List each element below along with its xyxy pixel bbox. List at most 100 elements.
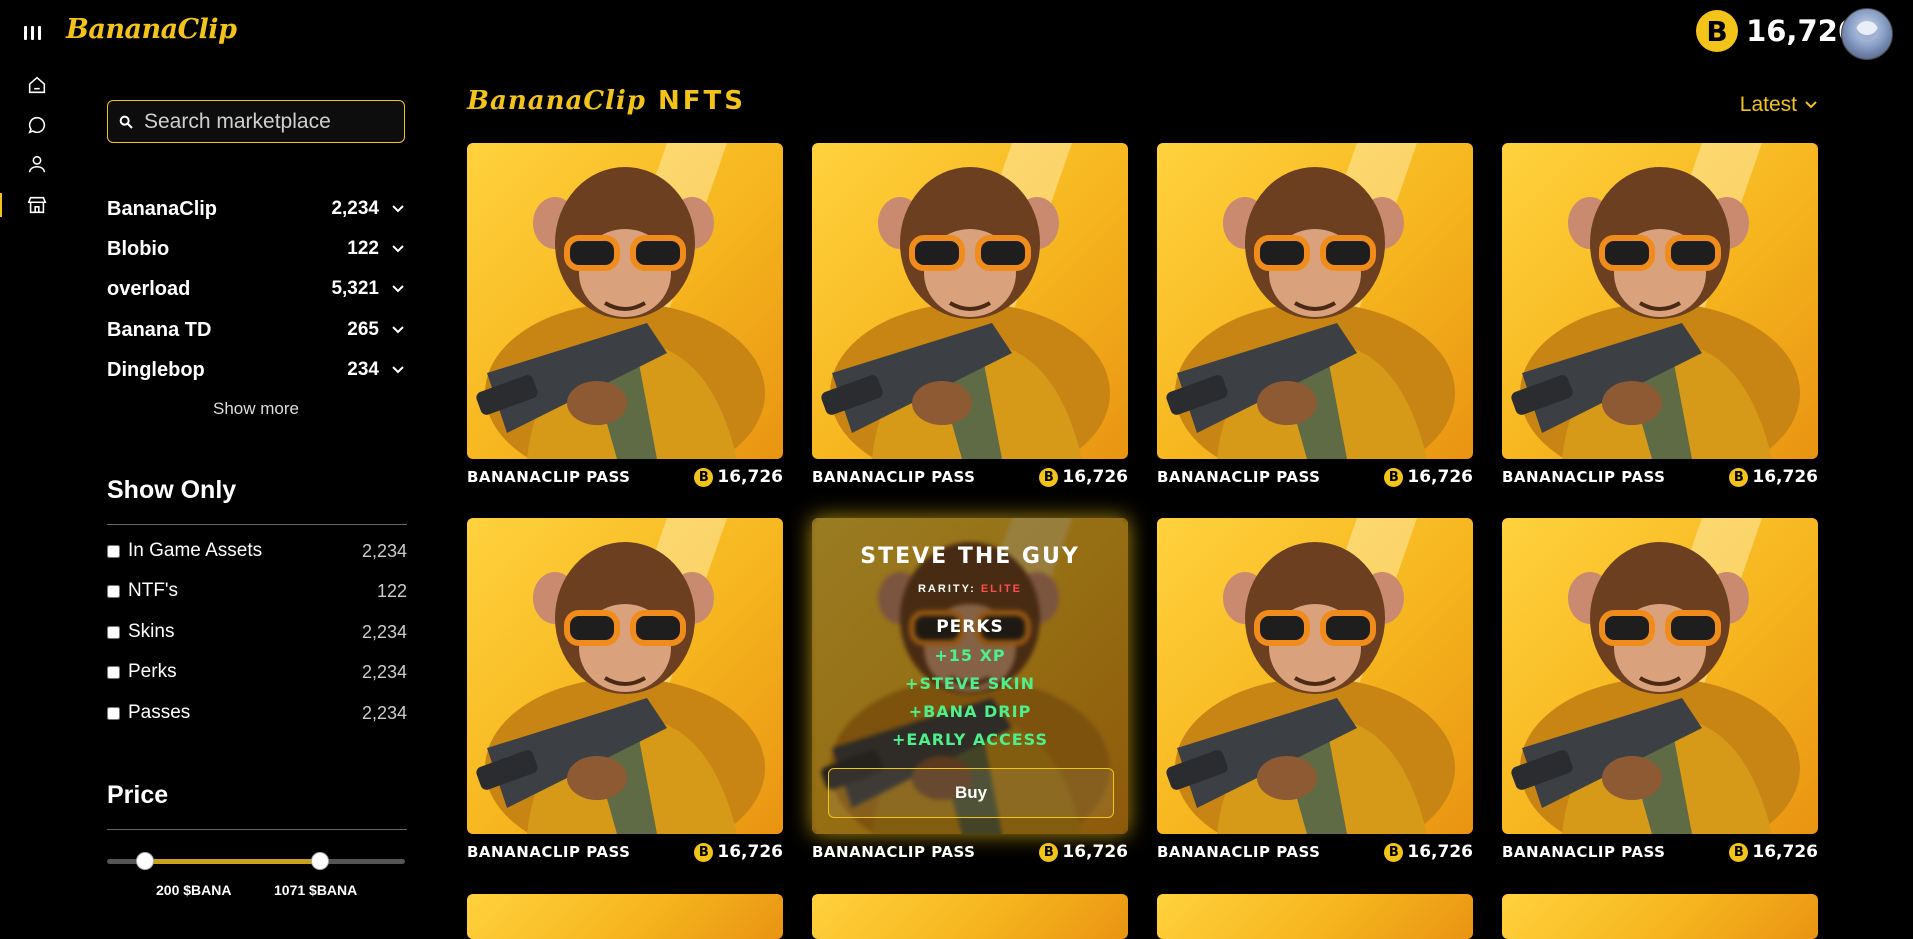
active-nav-indicator	[0, 193, 2, 217]
filter-passes[interactable]: Passes 2,234	[107, 699, 407, 727]
price-max-label: 1071 $BANA	[274, 882, 358, 898]
nft-card[interactable]	[812, 143, 1128, 459]
nft-card[interactable]	[1502, 143, 1818, 459]
chevron-down-icon[interactable]	[391, 202, 405, 216]
nft-price-value: 16,726	[717, 467, 783, 487]
nft-card[interactable]	[1502, 894, 1818, 939]
nft-price: B 16,726	[694, 842, 783, 862]
rarity-value: ELITE	[980, 583, 1023, 595]
sort-dropdown[interactable]: Latest	[1740, 93, 1817, 117]
perk-item: +STEVE SKIN	[905, 674, 1035, 693]
profile-icon[interactable]	[24, 151, 50, 177]
filter-label: Skins	[128, 621, 175, 642]
rarity-label: RARITY:	[917, 583, 976, 595]
app-logo[interactable]: BananaClip	[66, 14, 237, 45]
chevron-down-icon[interactable]	[391, 323, 405, 337]
category-dinglebop[interactable]: Dinglebop 234	[107, 355, 405, 385]
price-slider-fill	[144, 859, 319, 864]
price-min-handle[interactable]	[136, 852, 154, 870]
price-title: Price	[107, 781, 169, 809]
category-name: overload	[107, 277, 191, 300]
nft-name: BANANACLIP PASS	[812, 843, 976, 861]
filter-nfts[interactable]: NTF's 122	[107, 577, 407, 605]
nft-card[interactable]	[1157, 143, 1473, 459]
show-only-title: Show Only	[107, 476, 237, 504]
nft-price-value: 16,726	[1752, 467, 1818, 487]
filter-count: 122	[376, 580, 407, 601]
filter-skins[interactable]: Skins 2,234	[107, 618, 407, 646]
nft-price: B 16,726	[1039, 842, 1128, 862]
nft-price-value: 16,726	[717, 842, 783, 862]
balance-display: B 16,726	[1696, 10, 1858, 52]
chevron-down-icon	[1805, 101, 1817, 109]
nft-card-caption: BANANACLIP PASS B 16,726	[812, 464, 1128, 490]
nft-image	[1511, 143, 1800, 459]
home-icon[interactable]	[24, 72, 50, 98]
page-title: BananaClip NFTS	[467, 86, 746, 116]
nft-image	[476, 143, 765, 459]
nft-name: BANANACLIP PASS	[812, 468, 976, 486]
nft-card[interactable]: STEVE THE GUY RARITY: ELITE PERKS +15 XP +ST…	[812, 518, 1128, 834]
filter-checkbox[interactable]	[107, 706, 120, 720]
nft-image	[1511, 518, 1800, 834]
nft-card[interactable]	[467, 518, 783, 834]
nft-card-caption: BANANACLIP PASS B 16,726	[1157, 464, 1473, 490]
perk-item: +15 XP	[934, 646, 1006, 665]
avatar[interactable]	[1841, 8, 1893, 60]
nft-card[interactable]	[1157, 894, 1473, 939]
nft-price-value: 16,726	[1407, 467, 1473, 487]
search-input[interactable]	[142, 108, 396, 135]
filter-checkbox[interactable]	[107, 544, 120, 558]
nft-card[interactable]	[1157, 518, 1473, 834]
filter-checkbox[interactable]	[107, 665, 120, 679]
filter-perks[interactable]: Perks 2,234	[107, 658, 407, 686]
category-bananaclip[interactable]: BananaClip 2,234	[107, 194, 405, 224]
category-blobio[interactable]: Blobio 122	[107, 234, 405, 264]
store-icon[interactable]	[24, 192, 50, 218]
divider	[107, 829, 407, 830]
bana-coin-icon: B	[1039, 842, 1059, 862]
nft-card[interactable]	[467, 894, 783, 939]
search-box[interactable]	[107, 100, 405, 143]
nft-price: B 16,726	[1729, 842, 1818, 862]
nft-card[interactable]	[467, 143, 783, 459]
filter-in-game-assets[interactable]: In Game Assets 2,234	[107, 537, 407, 565]
bana-coin-icon: B	[1696, 10, 1739, 52]
nft-price-value: 16,726	[1062, 842, 1128, 862]
chevron-down-icon[interactable]	[391, 282, 405, 296]
filter-label: Perks	[128, 661, 177, 682]
page-title-suffix: NFTS	[657, 86, 746, 116]
price-max-handle[interactable]	[311, 852, 329, 870]
search-icon	[119, 115, 133, 129]
bana-coin-icon: B	[1039, 467, 1059, 487]
chat-icon[interactable]	[24, 112, 50, 138]
nft-card[interactable]	[812, 894, 1128, 939]
chevron-down-icon[interactable]	[391, 242, 405, 256]
nft-card[interactable]	[1502, 518, 1818, 834]
perk-item: +BANA DRIP	[908, 702, 1032, 721]
nft-card-caption: BANANACLIP PASS B 16,726	[1502, 464, 1818, 490]
perk-item: +EARLY ACCESS	[891, 730, 1049, 749]
nft-price: B 16,726	[1384, 467, 1473, 487]
buy-button[interactable]: Buy	[828, 768, 1114, 818]
nft-rarity: RARITY: ELITE	[918, 583, 1022, 595]
nft-name: BANANACLIP PASS	[1157, 468, 1321, 486]
category-banana-td[interactable]: Banana TD 265	[107, 315, 405, 345]
nft-name: BANANACLIP PASS	[1502, 843, 1666, 861]
filter-checkbox[interactable]	[107, 584, 120, 598]
menu-icon[interactable]	[24, 24, 44, 42]
nft-name: BANANACLIP PASS	[1502, 468, 1666, 486]
nft-card-caption: BANANACLIP PASS B 16,726	[1502, 839, 1818, 865]
nft-price-value: 16,726	[1752, 842, 1818, 862]
nft-image	[821, 143, 1110, 459]
category-count: 265	[347, 319, 379, 340]
category-name: BananaClip	[107, 197, 218, 220]
filter-count: 2,234	[361, 661, 407, 682]
nft-card-caption: BANANACLIP PASS B 16,726	[812, 839, 1128, 865]
category-overload[interactable]: overload 5,321	[107, 274, 405, 304]
bana-coin-icon: B	[1384, 467, 1404, 487]
chevron-down-icon[interactable]	[391, 363, 405, 377]
show-more-link[interactable]: Show more	[107, 399, 405, 419]
filter-checkbox[interactable]	[107, 625, 120, 639]
filter-label: In Game Assets	[128, 540, 263, 561]
